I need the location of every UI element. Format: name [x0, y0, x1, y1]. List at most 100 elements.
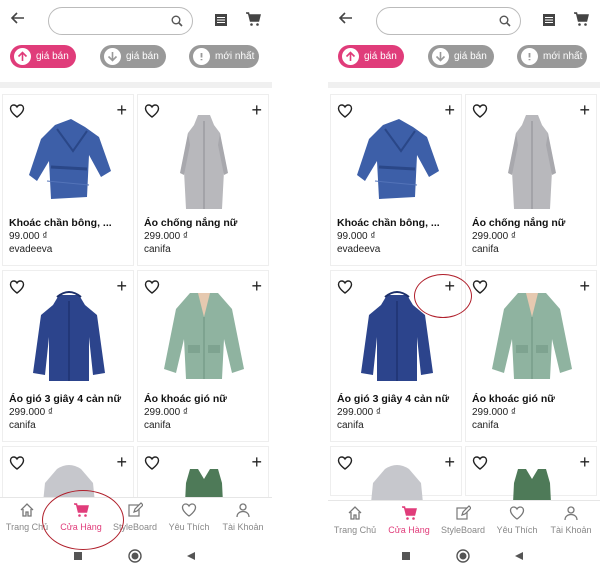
heart-icon[interactable] — [144, 455, 160, 471]
arrow-down-icon — [104, 48, 121, 65]
product-card[interactable]: + Áo khoác gió nữ 299.000 ₫ canifa — [137, 270, 269, 442]
search-icon[interactable] — [171, 15, 183, 27]
product-brand: evadeeva — [337, 244, 381, 255]
cart-icon[interactable] — [573, 11, 589, 27]
product-brand: canifa — [9, 420, 36, 431]
back-arrow-icon[interactable] — [338, 10, 354, 26]
heart-icon[interactable] — [337, 103, 353, 119]
product-card[interactable]: + Khoác chần bông, ... 99.000 ₫ evadeeva — [2, 94, 134, 266]
list-icon[interactable] — [214, 13, 228, 27]
nav-account[interactable]: Tài Khoản — [544, 505, 598, 543]
search-bar[interactable] — [48, 7, 193, 35]
divider — [0, 82, 272, 88]
heart-icon[interactable] — [144, 279, 160, 295]
product-brand: canifa — [144, 420, 171, 431]
product-name[interactable]: Áo khoác gió nữ — [144, 393, 266, 405]
sort-price-desc-button[interactable]: giá bán — [100, 45, 166, 68]
badge-icon — [193, 48, 210, 65]
product-price: 299.000 ₫ — [9, 407, 54, 418]
heart-icon[interactable] — [337, 279, 353, 295]
sort-newest-button[interactable]: mới nhất — [189, 45, 259, 68]
product-name[interactable]: Áo khoác gió nữ — [472, 393, 594, 405]
product-card[interactable]: + — [465, 446, 597, 523]
heart-icon[interactable] — [144, 103, 160, 119]
product-name[interactable]: Áo chống nắng nữ — [144, 217, 266, 229]
heart-icon[interactable] — [9, 455, 25, 471]
plus-icon[interactable]: + — [116, 453, 127, 471]
product-name[interactable]: Khoác chần bông, ... — [9, 217, 131, 229]
home-icon — [348, 506, 362, 520]
product-card[interactable]: + Áo chống nắng nữ 299.000 ₫ canifa — [465, 94, 597, 266]
nav-account[interactable]: Tài Khoản — [216, 502, 270, 540]
plus-icon[interactable]: + — [444, 453, 455, 471]
cart-icon[interactable] — [245, 11, 261, 27]
heart-icon[interactable] — [337, 455, 353, 471]
search-bar[interactable] — [376, 7, 521, 35]
product-brand: evadeeva — [9, 244, 53, 255]
back-arrow-icon[interactable] — [10, 10, 26, 26]
heart-icon[interactable] — [9, 103, 25, 119]
product-price: 99.000 ₫ — [9, 231, 48, 242]
edit-icon — [456, 505, 471, 520]
heart-icon[interactable] — [9, 279, 25, 295]
plus-icon[interactable]: + — [251, 101, 262, 119]
plus-icon[interactable]: + — [579, 277, 590, 295]
search-input[interactable] — [59, 13, 169, 29]
sort-price-desc-button[interactable]: giá bán — [428, 45, 494, 68]
product-name[interactable]: Áo gió 3 giây 4 cản nữ — [9, 393, 131, 405]
recent-apps-icon[interactable] — [401, 551, 411, 561]
plus-icon[interactable]: + — [579, 101, 590, 119]
list-icon[interactable] — [542, 13, 556, 27]
product-name[interactable]: Áo gió 3 giây 4 cản nữ — [337, 393, 459, 405]
search-icon[interactable] — [499, 15, 511, 27]
divider — [328, 82, 600, 88]
badge-icon — [521, 48, 538, 65]
plus-icon[interactable]: + — [251, 277, 262, 295]
arrow-up-icon — [14, 48, 31, 65]
back-button-icon[interactable] — [514, 551, 524, 561]
nav-styleboard[interactable]: StyleBoard — [436, 505, 490, 543]
home-button-icon[interactable] — [456, 549, 470, 563]
product-name[interactable]: Áo chống nắng nữ — [472, 217, 594, 229]
product-image-sage-green-jacket — [492, 293, 572, 379]
nav-favorites[interactable]: Yêu Thích — [490, 505, 544, 543]
product-card[interactable]: + Áo chống nắng nữ 299.000 ₫ canifa — [137, 94, 269, 266]
product-card[interactable]: + Áo gió 3 giây 4 cản nữ 299.000 ₫ canif… — [2, 270, 134, 442]
product-price: 299.000 ₫ — [472, 231, 517, 242]
product-image-navy-windbreaker — [33, 291, 105, 381]
product-price: 299.000 ₫ — [144, 231, 189, 242]
sort-newest-button[interactable]: mới nhất — [517, 45, 587, 68]
product-card[interactable]: + — [330, 446, 462, 523]
nav-home[interactable]: Trang Chủ — [328, 505, 382, 543]
edit-icon — [128, 502, 143, 517]
heart-icon[interactable] — [472, 279, 488, 295]
product-image-blue-quilted-jacket — [29, 119, 111, 199]
bottom-nav: Trang Chủ Cửa Hàng StyleBoard Yêu Thích … — [0, 497, 272, 542]
user-icon — [564, 506, 578, 521]
plus-icon[interactable]: + — [444, 101, 455, 119]
product-card[interactable]: + Khoác chần bông, ... 99.000 ₫ evadeeva — [330, 94, 462, 266]
annotation-circle-add-button — [414, 274, 472, 318]
plus-icon[interactable]: + — [251, 453, 262, 471]
plus-icon[interactable]: + — [116, 101, 127, 119]
product-card[interactable]: + Áo khoác gió nữ 299.000 ₫ canifa — [465, 270, 597, 442]
plus-icon[interactable]: + — [579, 453, 590, 471]
heart-icon[interactable] — [472, 103, 488, 119]
nav-label: Yêu Thích — [496, 525, 538, 535]
recent-apps-icon[interactable] — [73, 551, 83, 561]
sort-price-asc-button[interactable]: giá bán — [338, 45, 404, 68]
nav-label: Tài Khoản — [222, 522, 264, 532]
sort-label: giá bán — [454, 51, 487, 62]
nav-favorites[interactable]: Yêu Thích — [162, 502, 216, 540]
heart-icon[interactable] — [472, 455, 488, 471]
product-price: 299.000 ₫ — [472, 407, 517, 418]
back-button-icon[interactable] — [186, 551, 196, 561]
product-name[interactable]: Khoác chần bông, ... — [337, 217, 459, 229]
heart-icon — [181, 503, 197, 517]
sort-price-asc-button[interactable]: giá bán — [10, 45, 76, 68]
nav-store[interactable]: Cửa Hàng — [382, 505, 436, 543]
plus-icon[interactable]: + — [116, 277, 127, 295]
search-input[interactable] — [387, 13, 497, 29]
home-icon — [20, 503, 34, 517]
home-button-icon[interactable] — [128, 549, 142, 563]
